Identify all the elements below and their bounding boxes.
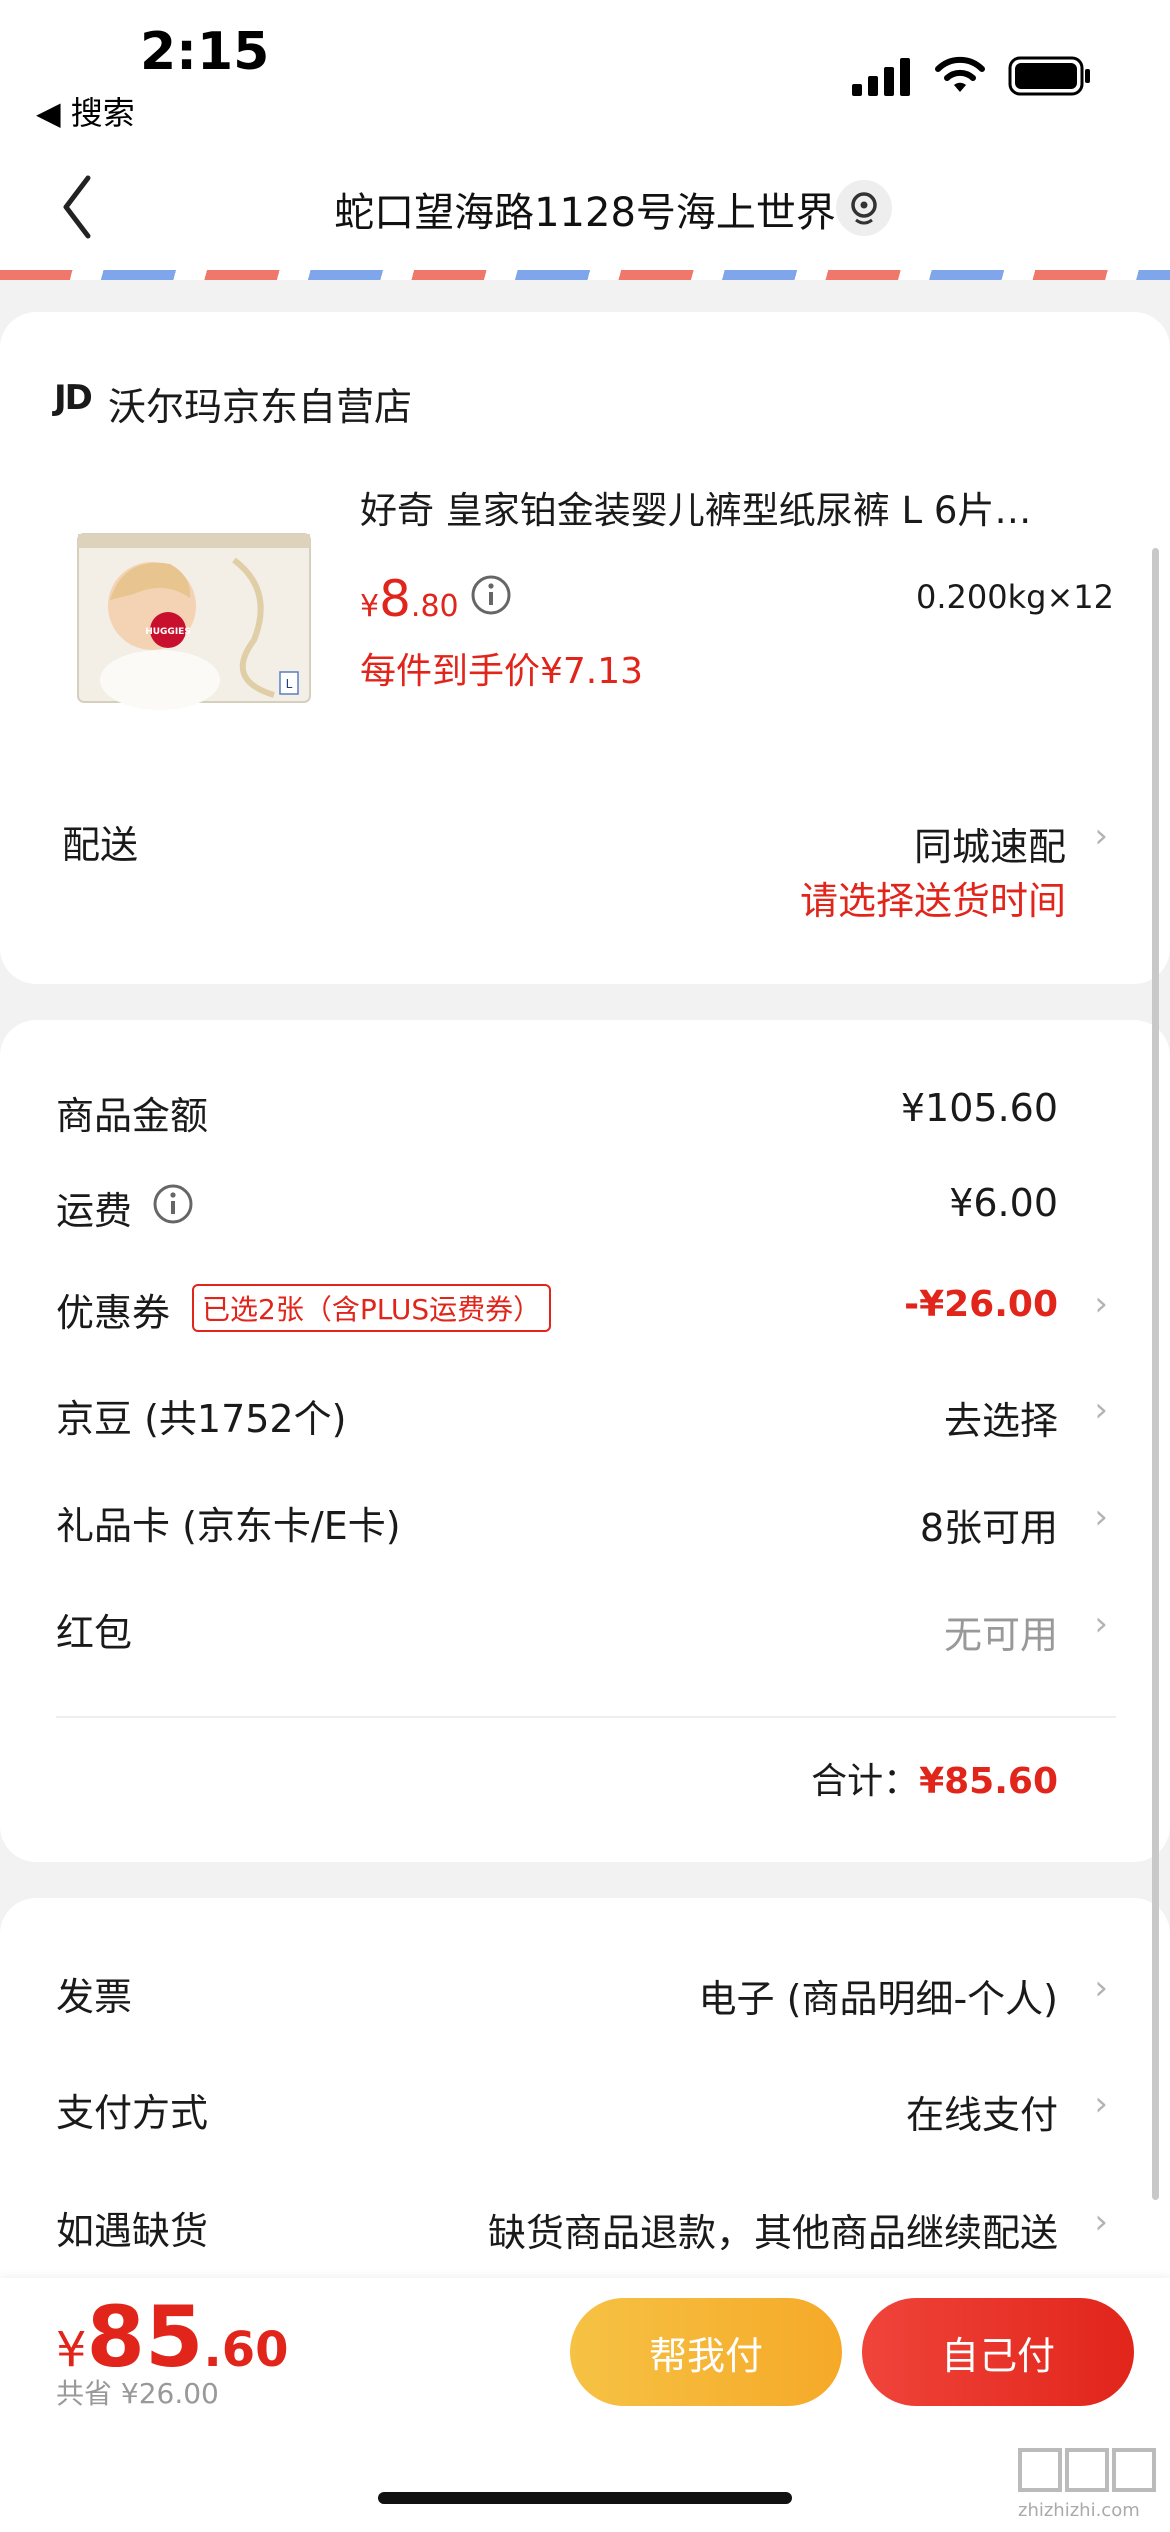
price-decimal: .80	[410, 589, 459, 624]
chevron-right-icon: ›	[1094, 1497, 1108, 1537]
redpacket-label: 红包	[56, 1611, 133, 1655]
back-to-app-link[interactable]: ◀ 搜索	[36, 88, 135, 134]
battery-icon	[1008, 56, 1092, 100]
watermark-logo	[1018, 2448, 1156, 2492]
delivery-time-hint[interactable]: 请选择送货时间	[800, 870, 1066, 925]
jd-logo: JD	[54, 378, 93, 418]
payable-symbol: ¥	[56, 2322, 87, 2378]
giftcard-value[interactable]: 8张可用	[920, 1497, 1058, 1552]
unit-price: 每件到手价¥7.13	[360, 651, 644, 692]
self-pay-button[interactable]: 自己付	[862, 2298, 1134, 2406]
jingdou-label: 京豆 (共1752个)	[56, 1397, 347, 1441]
store-name[interactable]: 沃尔玛京东自营店	[108, 376, 412, 431]
total-label: 合计：	[811, 1761, 920, 1802]
svg-text:HUGGIES: HUGGIES	[145, 627, 191, 637]
freight-value: ¥6.00	[949, 1181, 1058, 1225]
chevron-right-icon: ›	[1094, 816, 1108, 856]
product-price: ¥8.80	[360, 570, 459, 628]
airmail-border	[0, 270, 1170, 280]
chevron-right-icon: ›	[1094, 1968, 1108, 2008]
freight-info-icon[interactable]	[152, 1183, 194, 1229]
invoice-value[interactable]: 电子 (商品明细-个人)	[699, 1968, 1058, 2023]
product-spec: 0.200kg×12	[916, 578, 1114, 616]
chevron-right-icon: ›	[1094, 2202, 1108, 2242]
stockout-label: 如遇缺货	[56, 2209, 209, 2253]
price-integer: 8	[379, 570, 411, 628]
coupon-tag[interactable]: 已选2张（含PLUS运费券）	[192, 1284, 552, 1332]
saved-amount: 共省 ¥26.00	[56, 2377, 219, 2410]
chevron-right-icon: ›	[1094, 2084, 1108, 2124]
address-text: 蛇口望海路1128号海上世界	[334, 190, 836, 236]
delivery-value[interactable]: 同城速配	[914, 816, 1066, 871]
goods-amount-label: 商品金额	[56, 1094, 209, 1138]
help-pay-button[interactable]: 帮我付	[570, 2298, 842, 2406]
delivery-label: 配送	[62, 823, 139, 867]
coupon-value[interactable]: -¥26.00	[904, 1284, 1058, 1325]
stockout-value[interactable]: 缺货商品退款，其他商品继续配送	[488, 2202, 1058, 2257]
redpacket-value[interactable]: 无可用	[944, 1604, 1058, 1659]
goods-amount-value: ¥105.60	[900, 1086, 1058, 1130]
invoice-label: 发票	[56, 1975, 133, 2019]
total-value: ¥85.60	[919, 1761, 1058, 1802]
coupon-label: 优惠券	[56, 1291, 171, 1335]
status-time: 2:15	[140, 22, 270, 82]
price-symbol: ¥	[360, 589, 380, 624]
delivery-address[interactable]: 蛇口望海路1128号海上世界	[0, 180, 1170, 238]
signal-icon	[852, 58, 912, 100]
chevron-right-icon: ›	[1094, 1390, 1108, 1430]
chevron-right-icon: ›	[1094, 1284, 1108, 1324]
info-icon[interactable]	[470, 574, 512, 620]
location-pin-icon[interactable]	[836, 180, 892, 236]
home-indicator	[378, 2492, 792, 2504]
scrollbar[interactable]	[1152, 548, 1159, 2200]
watermark-site: zhizhizhi.com	[1018, 2500, 1140, 2521]
product-title[interactable]: 好奇 皇家铂金装婴儿裤型纸尿裤 L 6片…	[360, 480, 1100, 534]
svg-text:L: L	[286, 677, 293, 691]
chevron-right-icon: ›	[1094, 1604, 1108, 1644]
payment-value[interactable]: 在线支付	[906, 2084, 1058, 2139]
jingdou-value[interactable]: 去选择	[944, 1390, 1058, 1445]
freight-label: 运费	[56, 1189, 133, 1233]
product-image[interactable]: HUGGIES L	[74, 520, 314, 710]
total-row: 合计：¥85.60	[811, 1752, 1058, 1804]
giftcard-label: 礼品卡 (京东卡/E卡)	[56, 1504, 401, 1548]
payable-decimal: .60	[203, 2322, 289, 2378]
payment-label: 支付方式	[56, 2091, 209, 2135]
divider	[56, 1716, 1116, 1718]
wifi-icon	[934, 56, 986, 100]
